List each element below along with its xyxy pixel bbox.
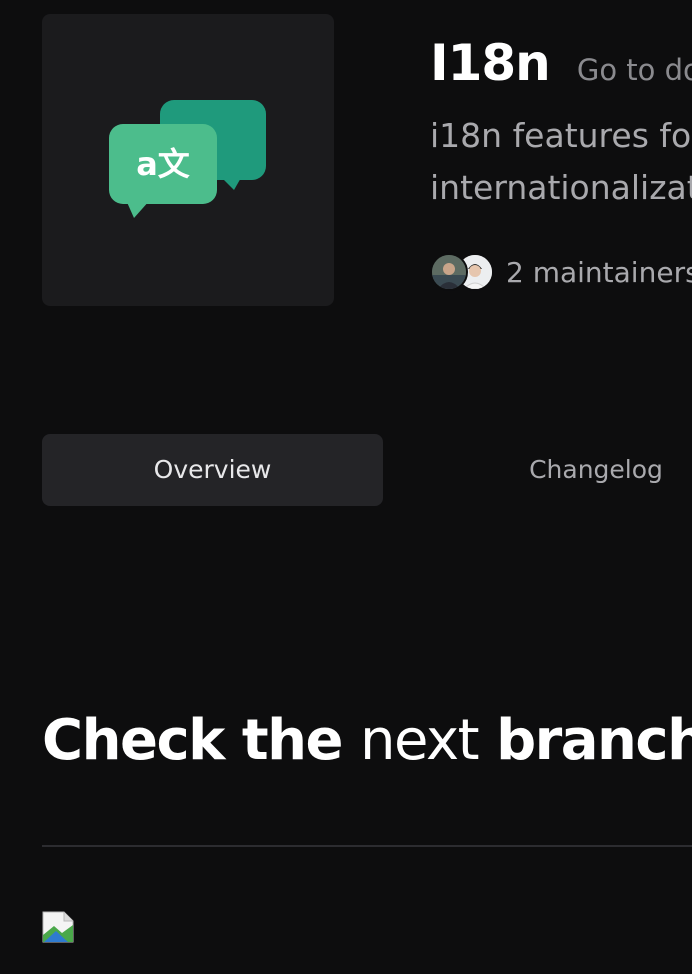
description-line-1: i18n features for [430, 116, 692, 155]
readme-heading-part-2: next [360, 708, 480, 773]
readme-heading-part-3: branch for [496, 708, 692, 773]
section-divider [42, 845, 692, 847]
plugin-logo-card: a文 [42, 14, 334, 306]
logo-glyph-text: a文 [136, 145, 190, 183]
go-to-docs-link[interactable]: Go to docs [577, 53, 692, 87]
plugin-page: a文 I18n Go to docs i18n features for int… [0, 0, 692, 974]
broken-image-icon [42, 911, 74, 943]
description-line-2: internationalization [430, 168, 692, 207]
tab-changelog[interactable]: Changelog [426, 434, 692, 506]
maintainers-count: 2 maintainers [506, 255, 692, 289]
plugin-description: i18n features for internationalization [430, 110, 692, 214]
maintainer-avatar[interactable] [430, 253, 468, 291]
plugin-tabs: Overview Changelog [42, 434, 692, 506]
readme-heading: Check the next branch for [42, 708, 692, 773]
maintainers[interactable]: 2 maintainers [430, 252, 692, 292]
plugin-title-row: I18n Go to docs [430, 34, 692, 92]
tab-overview[interactable]: Overview [42, 434, 383, 506]
plugin-title: I18n [430, 34, 551, 92]
translate-bubbles-icon: a文 [109, 100, 266, 218]
readme-heading-part-1: Check the [42, 708, 344, 773]
person-photo-icon [432, 255, 466, 289]
